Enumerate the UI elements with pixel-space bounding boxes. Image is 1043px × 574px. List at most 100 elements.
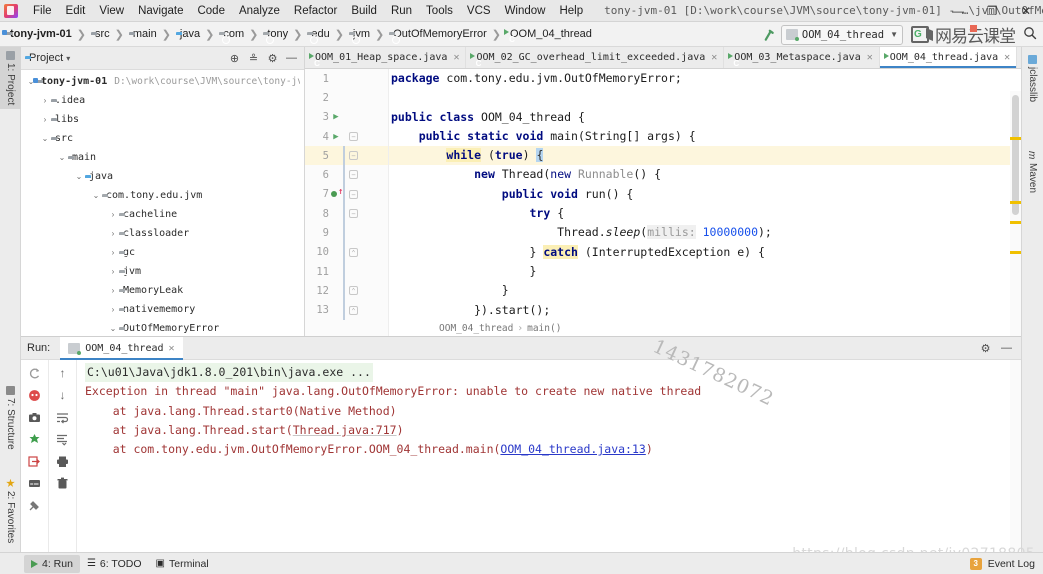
chevron-right-icon[interactable]: › [107, 286, 119, 295]
sidebar-item-maven[interactable]: m Maven [1022, 147, 1043, 197]
search-icon[interactable] [1017, 26, 1043, 43]
menu-item-navigate[interactable]: Navigate [131, 3, 190, 19]
breadcrumb-item-src[interactable]: src [91, 22, 110, 47]
tree-item-com-tony-edu-jvm[interactable]: ⌄ com.tony.edu.jvm [21, 186, 304, 205]
tab-oom-03-metaspace[interactable]: OOM_03_Metaspace.java ✕ [724, 47, 880, 68]
chevron-right-icon[interactable]: › [107, 248, 119, 257]
close-icon[interactable]: ✕ [711, 52, 717, 63]
tree-item-gc[interactable]: › gc [21, 243, 304, 262]
rerun-icon[interactable] [25, 363, 45, 383]
tree-item-libs[interactable]: › libs [21, 110, 304, 129]
fold-icon[interactable]: − [349, 131, 358, 141]
tree-item-main[interactable]: ⌄ main [21, 148, 304, 167]
sidebar-item-structure[interactable]: 7: Structure [0, 382, 21, 454]
tree-item-nativememory[interactable]: › nativememory [21, 300, 304, 319]
locate-icon[interactable]: ⊕ [226, 50, 243, 67]
chevron-right-icon[interactable]: › [107, 305, 119, 314]
breadcrumb-item-jvm[interactable]: jvm [349, 22, 370, 47]
breadcrumb-item-edu[interactable]: edu [307, 22, 329, 47]
editor-gutter[interactable]: 1 2 3 ▶ 4 ▶ − 5− 6− 7 ↑ − 8− 9 10 ⌃ 11 12 ⌃ 13 ⌃ [305, 69, 389, 336]
code-marker[interactable] [1010, 201, 1021, 204]
breadcrumb-item-com[interactable]: com [219, 22, 244, 47]
tree-item-jvm[interactable]: › jvm [21, 262, 304, 281]
tab-oom-02-gc-overhead[interactable]: OOM_02_GC_overhead_limit_exceeded.java ✕ [466, 47, 725, 68]
breadcrumb-item-tony[interactable]: tony [263, 22, 288, 47]
down-arrow-icon[interactable]: ↓ [53, 385, 73, 405]
fold-icon[interactable]: − [349, 151, 358, 161]
gear-icon[interactable]: ⚙ [264, 50, 281, 67]
fold-icon[interactable]: ⌃ [349, 247, 358, 257]
print-icon[interactable] [53, 451, 73, 471]
tree-item-idea[interactable]: › .idea [21, 91, 304, 110]
code-marker[interactable] [1010, 137, 1021, 140]
sidebar-item-jclasslib[interactable]: jclasslib [1022, 51, 1043, 106]
menu-item-refactor[interactable]: Refactor [287, 3, 344, 19]
sidebar-item-project[interactable]: 1: Project [0, 47, 21, 110]
stacktrace-link[interactable]: OOM_04_thread.java:13 [500, 442, 645, 456]
close-icon[interactable]: ✕ [453, 52, 459, 63]
breadcrumb-item-outofmemoryerror[interactable]: OutOfMemoryError [389, 22, 487, 47]
chevron-down-icon[interactable]: ⌄ [107, 324, 119, 333]
status-button-terminal[interactable]: ▣ Terminal [149, 555, 216, 573]
console-icon[interactable] [25, 473, 45, 493]
code-content[interactable]: package com.tony.edu.jvm.OutOfMemoryErro… [389, 69, 1021, 336]
fold-icon[interactable]: − [349, 209, 358, 219]
chevron-down-icon[interactable]: ⌄ [73, 172, 85, 181]
menu-item-help[interactable]: Help [552, 3, 590, 19]
menu-item-tools[interactable]: Tools [419, 3, 460, 19]
up-arrow-icon[interactable]: ↑ [53, 363, 73, 383]
tab-oom-01-heap-space[interactable]: OOM_01_Heap_space.java ✕ [305, 47, 467, 68]
chevron-right-icon[interactable]: › [39, 96, 51, 105]
fold-icon[interactable]: ⌃ [349, 286, 358, 296]
breadcrumb-item-java[interactable]: java [176, 22, 200, 47]
code-editor[interactable]: 1 2 3 ▶ 4 ▶ − 5− 6− 7 ↑ − 8− 9 10 ⌃ 11 12 ⌃ 13 ⌃… [305, 69, 1021, 336]
console-scrollbar[interactable] [1010, 360, 1021, 552]
chevron-right-icon[interactable]: › [107, 267, 119, 276]
chevron-down-icon[interactable]: ⌄ [56, 153, 68, 162]
minimize-button[interactable]: — [941, 0, 975, 22]
maximize-button[interactable]: ❐ [975, 0, 1009, 22]
run-configuration-selector[interactable]: OOM_04_thread ▼ [780, 24, 903, 45]
close-button[interactable]: ✕ [1009, 0, 1043, 22]
chevron-right-icon[interactable]: › [107, 229, 119, 238]
pin-icon[interactable] [25, 495, 45, 515]
scroll-to-end-icon[interactable] [53, 429, 73, 449]
close-icon[interactable]: ✕ [169, 343, 175, 354]
export-icon[interactable] [25, 451, 45, 471]
soft-wrap-icon[interactable] [53, 407, 73, 427]
menu-item-window[interactable]: Window [498, 3, 553, 19]
status-button-todo[interactable]: ☰ 6: TODO [80, 555, 149, 573]
status-button-run[interactable]: 4: Run [24, 554, 80, 573]
fold-icon[interactable]: − [349, 189, 358, 199]
sidebar-item-favorites[interactable]: 2: Favorites [0, 475, 21, 547]
fold-icon[interactable]: − [349, 170, 358, 180]
stop-icon[interactable] [25, 385, 45, 405]
close-icon[interactable]: ✕ [867, 52, 873, 63]
chevron-right-icon[interactable]: › [107, 210, 119, 219]
run-tab-oom-04-thread[interactable]: OOM_04_thread ✕ [60, 336, 183, 360]
menu-item-run[interactable]: Run [384, 3, 419, 19]
breadcrumb-item-oom-04-thread[interactable]: OOM_04_thread [506, 22, 592, 47]
gear-icon[interactable]: ⚙ [977, 340, 994, 357]
menu-item-file[interactable]: File [26, 3, 59, 19]
tree-item-classloader[interactable]: › classloader [21, 224, 304, 243]
trash-icon[interactable] [53, 473, 73, 493]
code-marker[interactable] [1010, 221, 1021, 224]
run-console[interactable]: C:\u01\Java\jdk1.8.0_201\bin\java.exe ..… [77, 360, 1021, 552]
menu-item-vcs[interactable]: VCS [460, 3, 498, 19]
hide-icon[interactable]: — [283, 50, 300, 67]
menu-item-code[interactable]: Code [190, 3, 232, 19]
tree-item-memoryleak[interactable]: › MemoryLeak [21, 281, 304, 300]
collapse-all-icon[interactable]: ≗ [245, 50, 262, 67]
dump-threads-icon[interactable] [25, 429, 45, 449]
chevron-right-icon[interactable]: › [39, 115, 51, 124]
chevron-down-icon[interactable]: ⌄ [39, 134, 51, 143]
close-icon[interactable]: ✕ [1004, 52, 1010, 63]
menu-item-view[interactable]: View [92, 3, 131, 19]
run-gutter-icon[interactable]: ▶ [329, 112, 343, 122]
breadcrumb-class[interactable]: OOM_04_thread [439, 323, 513, 334]
fold-icon[interactable]: ⌃ [349, 305, 358, 315]
project-tree[interactable]: ⌄ tony-jvm-01 D:\work\course\JVM\source\… [21, 70, 304, 336]
tree-item-cacheline[interactable]: › cacheline [21, 205, 304, 224]
breadcrumb-item-tony-jvm-01[interactable]: tony-jvm-01 [6, 22, 72, 47]
